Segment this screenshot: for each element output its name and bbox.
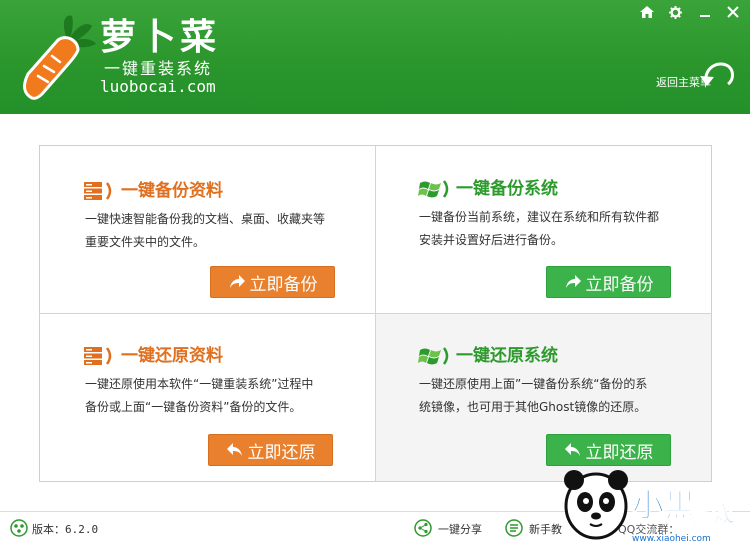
panel-divider-horizontal [39, 313, 712, 314]
version-icon [10, 519, 28, 537]
backup-data-desc-line1: 一键快速智能备份我的文档、桌面、收藏夹等 [85, 212, 326, 226]
backup-system-desc-line2: 安装并设置好后进行备份。 [419, 233, 564, 247]
forward-arrow-icon [565, 275, 581, 288]
windows-logo-icon [418, 180, 449, 198]
restore-data-icon [84, 347, 112, 365]
restore-system-desc-line2: 统镜像，也可用于其他Ghost镜像的还原。 [419, 400, 647, 414]
version-label: 版本：6.2.0 [32, 523, 99, 536]
home-icon[interactable] [636, 3, 658, 21]
share-link[interactable]: 一键分享 [438, 521, 482, 537]
restore-data-button[interactable]: 立即还原 [208, 434, 333, 466]
carrot-logo-icon [23, 15, 96, 100]
backup-data-description: 一键快速智能备份我的文档、桌面、收藏夹等 重要文件夹中的文件。 [85, 208, 347, 254]
close-icon[interactable] [722, 3, 744, 21]
svg-text:www.xiaohei.com: www.xiaohei.com [632, 534, 711, 544]
restore-system-button-label: 立即还原 [585, 442, 654, 463]
restore-data-desc-line2: 备份或上面“一键备份资料”备份的文件。 [85, 400, 302, 414]
backup-system-button[interactable]: 立即备份 [546, 266, 671, 298]
restore-system-button[interactable]: 立即还原 [546, 434, 671, 466]
restore-data-title: 一键还原资料 [121, 346, 223, 366]
watermark-text: 小黑 [632, 486, 696, 524]
logo-title: 萝卜菜 [100, 17, 221, 58]
windows-logo-icon [418, 347, 449, 365]
logo-subtitle: 一键重装系统 [104, 59, 213, 78]
forward-arrow-icon [229, 275, 245, 288]
restore-system-description: 一键还原使用上面”一键备份系统“备份的系 统镜像，也可用于其他Ghost镜像的还… [419, 373, 681, 419]
backup-system-description: 一键备份当前系统，建议在系统和所有软件都 安装并设置好后进行备份。 [419, 206, 681, 252]
restore-data-desc-line1: 一键还原使用本软件“一键重装系统”过程中 [85, 377, 314, 391]
backup-data-button-label: 立即备份 [249, 274, 318, 295]
guide-icon[interactable] [505, 519, 523, 537]
minimize-icon[interactable] [694, 3, 716, 21]
backup-data-button[interactable]: 立即备份 [210, 266, 335, 298]
app-header: 萝卜菜 一键重装系统 luobocai.com 返回主菜单 [0, 0, 750, 114]
back-to-main-menu-button[interactable]: 返回主菜单 [656, 56, 742, 96]
restore-system-title: 一键还原系统 [456, 346, 558, 366]
backup-system-desc-line1: 一键备份当前系统，建议在系统和所有软件都 [419, 210, 660, 224]
backup-system-button-label: 立即备份 [585, 274, 654, 295]
gear-icon[interactable] [664, 3, 686, 21]
backup-system-title: 一键备份系统 [456, 179, 558, 199]
xiaohei-watermark-logo: 小黑 游戏 www.xiaohei.com [564, 470, 736, 544]
backup-data-icon [84, 182, 112, 200]
back-to-main-menu-label: 返回主菜单 [656, 76, 711, 89]
restore-data-description: 一键还原使用本软件“一键重装系统”过程中 备份或上面“一键备份资料”备份的文件。 [85, 373, 347, 419]
share-icon[interactable] [414, 519, 432, 537]
back-arrow-icon [564, 443, 580, 456]
back-arrow-icon [226, 443, 242, 456]
restore-system-desc-line1: 一键还原使用上面”一键备份系统“备份的系 [419, 377, 648, 391]
restore-data-button-label: 立即还原 [247, 442, 316, 463]
backup-data-title: 一键备份资料 [121, 181, 223, 201]
logo-url: luobocai.com [100, 77, 216, 96]
backup-data-desc-line2: 重要文件夹中的文件。 [85, 235, 206, 249]
